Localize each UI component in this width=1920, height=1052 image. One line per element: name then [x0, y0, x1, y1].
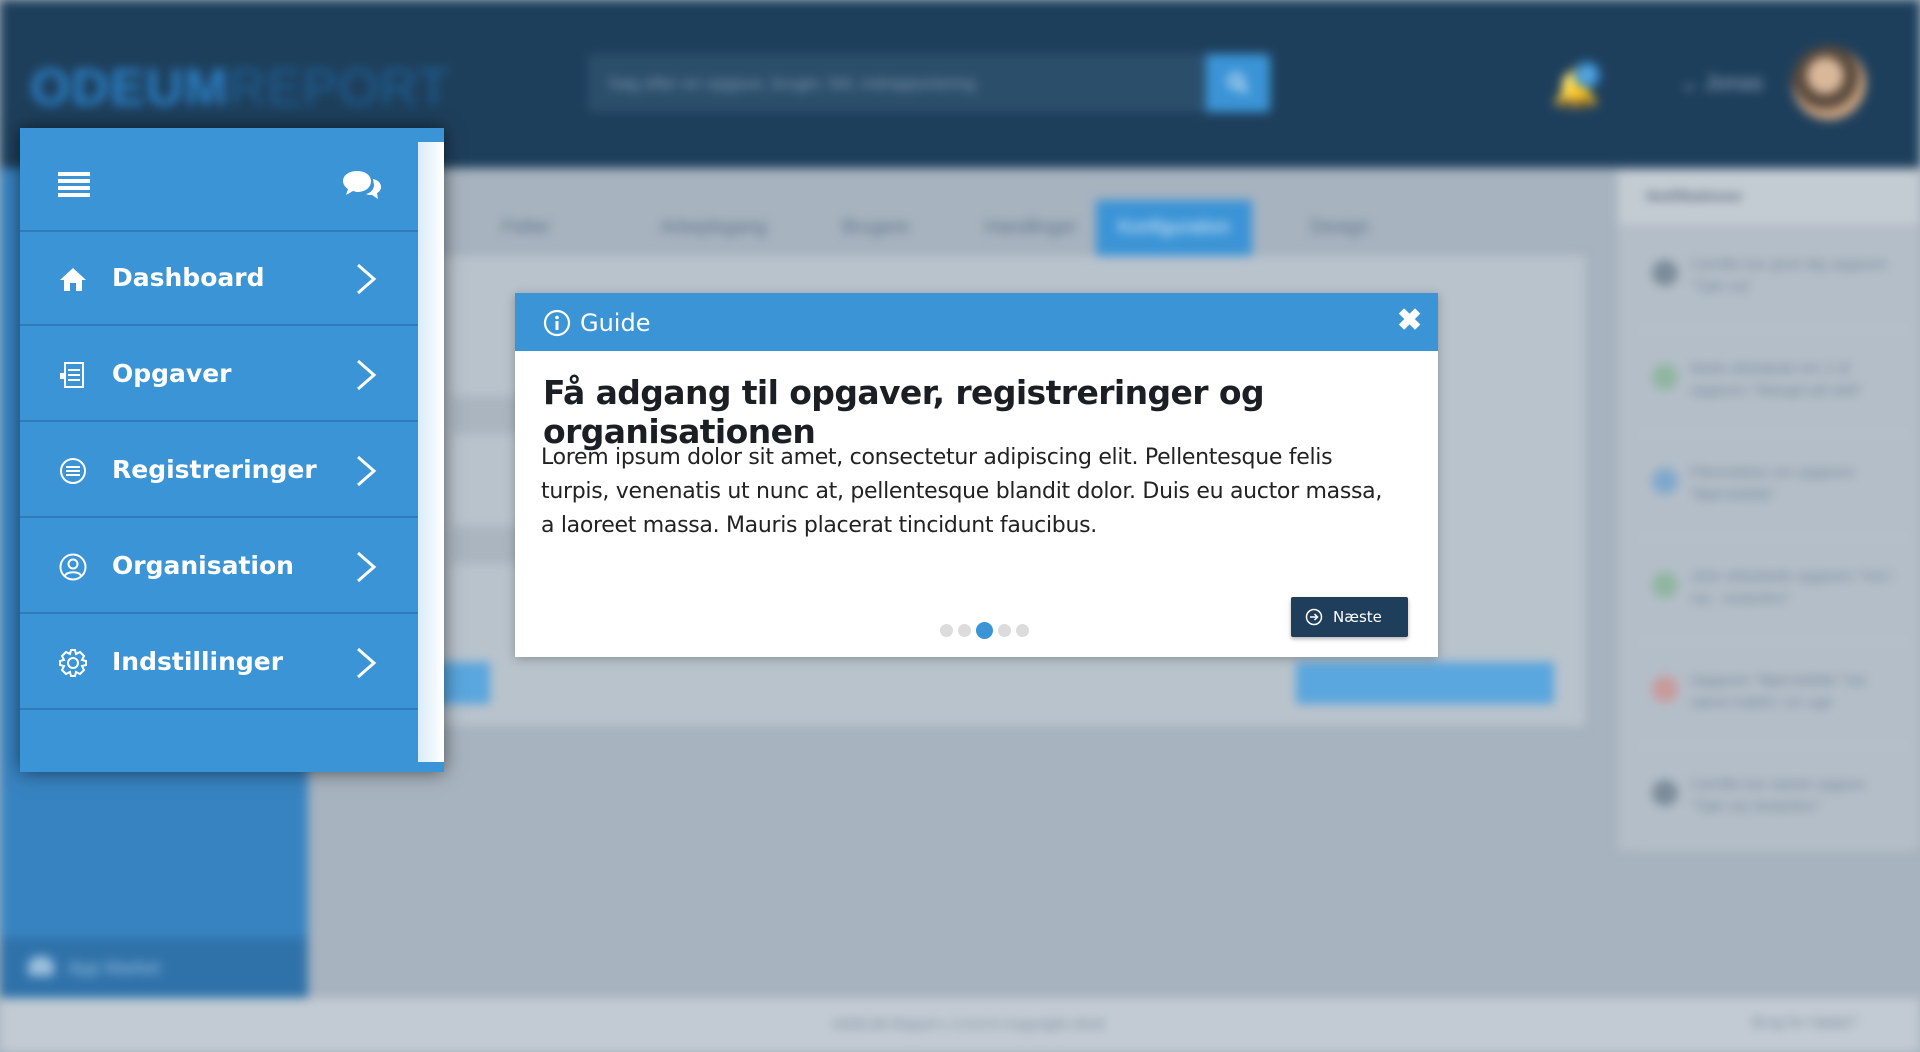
help-link[interactable]: Brug for Hjælp?: [1752, 1014, 1857, 1031]
delete-template-button[interactable]: [1296, 662, 1480, 704]
step-dot[interactable]: [958, 624, 971, 638]
guide-title: Guide: [580, 309, 651, 337]
chevron-right-icon: [357, 551, 377, 583]
notification-item[interactable]: John afsluttede opgaven "Hul i vej - ves…: [1638, 546, 1908, 642]
close-button[interactable]: ✖: [1397, 303, 1422, 338]
menu-item-label: Dashboard: [112, 263, 265, 292]
chevron-right-icon: [357, 647, 377, 679]
tab-konfiguration[interactable]: Konfiguration: [1096, 200, 1252, 256]
step-dot[interactable]: [1016, 624, 1029, 638]
search-icon: [1228, 73, 1249, 94]
menu-item-organisation[interactable]: Organisation: [20, 520, 418, 614]
guide-header: Guide ✖: [515, 293, 1438, 351]
app-logo: ODEUMREPORT: [30, 59, 451, 117]
home-icon: [60, 268, 86, 291]
step-indicator: [940, 622, 1034, 640]
info-icon: [543, 309, 571, 337]
registrations-icon: [60, 458, 86, 484]
notification-item[interactable]: Camilla har givet dig opgaven "Tjek vej": [1638, 234, 1908, 330]
hamburger-icon[interactable]: [58, 172, 90, 198]
notification-item[interactable]: Mads afsluttede trin 2 af opgaven "Mange…: [1638, 338, 1908, 434]
chat-icon[interactable]: [342, 168, 382, 202]
guide-body-text: Lorem ipsum dolor sit amet, consectetur …: [541, 445, 1383, 538]
notification-item[interactable]: Påmindelse om opgaven "Bjørnekilde": [1638, 442, 1908, 538]
step-dot-active[interactable]: [976, 622, 993, 640]
chevron-right-icon: [357, 359, 377, 391]
notification-badge: 4: [1574, 62, 1600, 88]
menu-item-label: Registreringer: [112, 455, 317, 484]
search-placeholder: Søg efter en opgave, bruger, felt, indra…: [608, 74, 976, 93]
side-menu: Dashboard Opgaver Registreringer Organis…: [20, 128, 444, 772]
guide-dialog: Guide ✖ Få adgang til opgaver, registrer…: [515, 293, 1438, 657]
save-button[interactable]: [1456, 662, 1554, 704]
copyright: ODEUM Report v 2.0.0.0 Copyright 2016: [832, 1016, 1105, 1033]
gear-icon: [59, 649, 87, 677]
user-menu[interactable]: ⌄ Jonas: [1680, 70, 1763, 96]
menu-item-registreringer[interactable]: Registreringer: [20, 424, 418, 518]
menu-item-label: Opgaver: [112, 359, 232, 388]
notification-item[interactable]: Camilla har startet opgave "Tjek vej Ves…: [1638, 754, 1908, 850]
menu-item-opgaver[interactable]: Opgaver: [20, 328, 418, 422]
footer: ODEUM Report v 2.0.0.0 Copyright 2016 Br…: [0, 998, 1920, 1052]
app-market[interactable]: App Market: [0, 938, 308, 998]
tab-brugere[interactable]: Brugere: [842, 200, 910, 256]
notifications-title: Notifikationer: [1618, 170, 1920, 224]
chevron-right-icon: [357, 263, 377, 295]
menu-header: [20, 138, 418, 232]
user-icon: [59, 553, 87, 581]
menu-item-dashboard[interactable]: Dashboard: [20, 232, 418, 326]
guide-heading: Få adgang til opgaver, registreringer og…: [543, 373, 1265, 451]
avatar[interactable]: [1792, 46, 1866, 120]
next-button-label: Næste: [1333, 608, 1382, 626]
tab-felter[interactable]: Felter: [502, 200, 551, 256]
username: Jonas: [1704, 70, 1764, 95]
tab-arbejdsgang[interactable]: Arbejdsgang: [660, 200, 767, 256]
menu-scrollbar[interactable]: [418, 142, 444, 762]
search-button[interactable]: [1206, 54, 1270, 112]
next-button[interactable]: Næste: [1291, 597, 1408, 637]
menu-item-label: Organisation: [112, 551, 294, 580]
tab-design[interactable]: Design: [1310, 200, 1369, 256]
chevron-right-icon: [357, 455, 377, 487]
notifications-panel: Notifikationer Camilla har givet dig opg…: [1618, 170, 1920, 850]
tab-handlinger[interactable]: Handlinger: [985, 200, 1077, 256]
search-bar[interactable]: Søg efter en opgave, bruger, felt, indra…: [588, 54, 1270, 112]
notification-item[interactable]: Opgaven "Bjørnekilde" har været inaktiv …: [1638, 650, 1908, 746]
menu-item-label: Indstillinger: [112, 647, 284, 676]
step-dot[interactable]: [940, 624, 953, 638]
step-dot[interactable]: [998, 624, 1011, 638]
arrow-right-circle-icon: [1305, 608, 1323, 626]
tasks-icon: [60, 362, 84, 388]
menu-item-indstillinger[interactable]: Indstillinger: [20, 616, 418, 710]
cloud-icon: [28, 956, 54, 976]
